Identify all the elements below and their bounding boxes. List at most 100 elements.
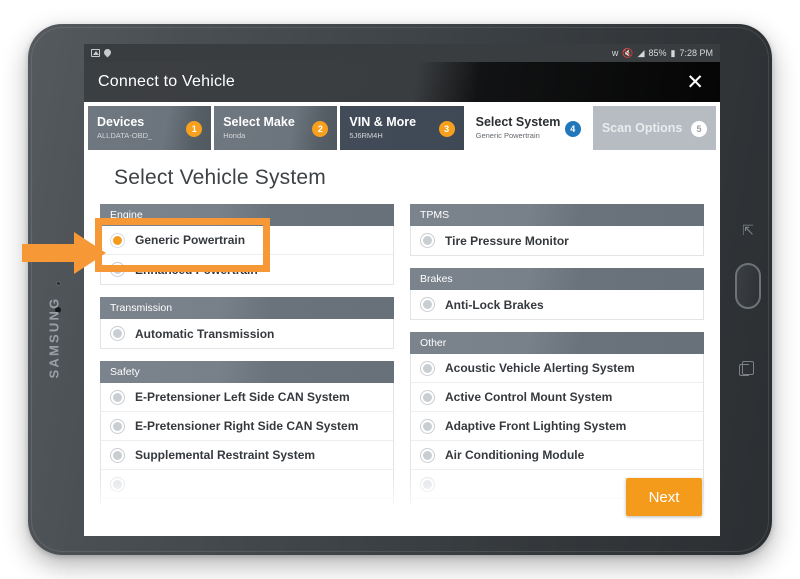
samsung-brand-logo: SAMSUNG	[46, 296, 62, 379]
system-option-row[interactable]: E-Pretensioner Right Side CAN System	[101, 412, 393, 441]
system-option-label: Supplemental Restraint System	[135, 448, 316, 462]
status-bar-notifications	[91, 49, 111, 57]
system-column: Engine Generic Powertrain Enhanced Powertr…	[100, 204, 394, 505]
group-header: Other	[410, 332, 704, 354]
wizard-tab-5[interactable]: Scan Options 5	[592, 106, 717, 150]
system-option-label: Tire Pressure Monitor	[445, 233, 569, 248]
system-option-row[interactable]: Adaptive Front Lighting System	[411, 412, 703, 441]
wizard-tab-label: Select System	[475, 115, 561, 129]
hardware-home-button[interactable]	[735, 263, 761, 309]
system-option-row[interactable]: Automatic Transmission	[101, 319, 393, 348]
wizard-tab-text: Scan Options	[602, 121, 683, 136]
system-group: Engine Generic Powertrain Enhanced Powertr…	[100, 204, 394, 285]
system-option-label: Anti-Lock Brakes	[445, 297, 544, 312]
dialog-content: Select Vehicle System Engine Generic Powe…	[84, 150, 720, 536]
location-pin-icon	[104, 49, 111, 57]
system-group: Brakes Anti-Lock Brakes	[410, 268, 704, 320]
wizard-tab-subtitle: Honda	[223, 131, 246, 140]
group-body: E-Pretensioner Left Side CAN System E-Pre…	[100, 383, 394, 505]
group-body: Generic Powertrain Enhanced Powertrain	[100, 226, 394, 285]
mute-icon: 🔇	[622, 47, 634, 58]
wizard-tab-text: Devices ALLDATA-OBD_	[97, 115, 152, 141]
battery-icon: ▮	[670, 47, 676, 58]
wizard-tab-badge: 4	[564, 120, 581, 137]
android-status-bar: w 🔇 ◢ 85% ▮ 7:28 PM	[84, 44, 720, 62]
dialog-title-bar: Connect to Vehicle ✕	[84, 62, 720, 102]
wizard-tab-subtitle: Generic Powertrain	[475, 131, 540, 140]
wifi-icon: ◢	[637, 47, 645, 58]
page-title: Select Vehicle System	[114, 166, 326, 189]
wizard-tab-3[interactable]: VIN & More 5J6RM4H 3	[340, 106, 464, 150]
group-body: Automatic Transmission	[100, 319, 394, 349]
system-option-row[interactable]	[101, 499, 393, 505]
system-option-label: Automatic Transmission	[135, 326, 275, 341]
radio-unselected-icon[interactable]	[421, 234, 434, 247]
wizard-tab-text: Select System Generic Powertrain	[476, 115, 561, 141]
screenshot-image-icon	[91, 49, 100, 57]
wizard-tab-bar: Devices ALLDATA-OBD_ 1 Select Make Honda 2 VIN…	[84, 102, 720, 150]
system-option-row[interactable]: Acoustic Vehicle Alerting System	[411, 354, 703, 383]
system-option-row[interactable]	[101, 470, 393, 499]
system-option-label: E-Pretensioner Right Side CAN System	[135, 419, 359, 433]
group-body: Tire Pressure Monitor	[410, 226, 704, 256]
radio-unselected-icon[interactable]	[421, 298, 434, 311]
group-header: Safety	[100, 361, 394, 383]
system-columns: Engine Generic Powertrain Enhanced Powertr…	[100, 204, 704, 505]
radio-unselected-icon[interactable]	[421, 419, 434, 433]
close-icon[interactable]: ✕	[684, 72, 706, 93]
system-option-row[interactable]: Tire Pressure Monitor	[411, 226, 703, 255]
radio-unselected-icon[interactable]	[111, 419, 124, 433]
system-option-row[interactable]: Supplemental Restraint System	[101, 441, 393, 470]
group-header: Engine	[100, 204, 394, 226]
wizard-tab-1[interactable]: Devices ALLDATA-OBD_ 1	[88, 106, 212, 150]
wizard-tab-badge: 3	[438, 120, 455, 137]
hardware-back-icon[interactable]: ⇱	[741, 223, 755, 237]
system-option-row[interactable]: Anti-Lock Brakes	[411, 290, 703, 319]
system-group: Transmission Automatic Transmission	[100, 297, 394, 349]
wizard-tab-label: Scan Options	[601, 120, 683, 135]
wizard-tab-label: Select Make	[223, 115, 295, 129]
system-option-label: Air Conditioning Module	[445, 448, 585, 462]
group-body: Anti-Lock Brakes	[410, 290, 704, 320]
status-bar-system: w 🔇 ◢ 85% ▮ 7:28 PM	[611, 47, 713, 58]
system-option-label: Adaptive Front Lighting System	[445, 419, 627, 433]
wizard-tab-label: Devices	[97, 115, 145, 129]
radio-selected-icon[interactable]	[111, 233, 124, 247]
wizard-tab-2[interactable]: Select Make Honda 2	[214, 106, 338, 150]
system-column: TPMS Tire Pressure Monitor Brakes Anti-Lock…	[410, 204, 704, 505]
system-option-row[interactable]: Air Conditioning Module	[411, 441, 703, 470]
wizard-tab-subtitle: 5J6RM4H	[349, 131, 383, 140]
wizard-tab-4[interactable]: Select System Generic Powertrain 4	[466, 106, 590, 150]
system-option-row[interactable]: Active Control Mount System	[411, 383, 703, 412]
wizard-tab-badge: 5	[691, 120, 708, 137]
wizard-tab-label: VIN & More	[349, 115, 417, 129]
system-option-label: E-Pretensioner Left Side CAN System	[135, 390, 350, 404]
next-button[interactable]: Next	[626, 478, 702, 516]
radio-unselected-icon[interactable]	[111, 448, 124, 462]
system-option-row[interactable]: Generic Powertrain	[101, 226, 393, 255]
bluetooth-icon: w	[611, 47, 619, 58]
battery-percent-label: 85%	[648, 47, 667, 58]
screenshot-root: SAMSUNG ⇱ w 🔇 ◢ 85% ▮ 7:28 PM Connect to…	[0, 0, 800, 579]
wizard-tab-badge: 2	[312, 120, 329, 137]
wizard-tab-text: VIN & More 5J6RM4H	[349, 115, 416, 141]
group-header: Transmission	[100, 297, 394, 319]
radio-unselected-icon[interactable]	[421, 448, 434, 462]
system-option-row[interactable]: Enhanced Powertrain	[101, 255, 393, 284]
radio-unselected-icon[interactable]	[421, 361, 434, 375]
radio-unselected-icon[interactable]	[421, 477, 434, 491]
radio-unselected-icon[interactable]	[111, 390, 124, 404]
system-option-row[interactable]: E-Pretensioner Left Side CAN System	[101, 383, 393, 412]
clock-label: 7:28 PM	[679, 47, 713, 58]
system-group: Safety E-Pretensioner Left Side CAN Syste…	[100, 361, 394, 505]
radio-unselected-icon[interactable]	[111, 263, 124, 276]
hardware-recents-icon[interactable]	[739, 361, 754, 376]
group-header: Brakes	[410, 268, 704, 290]
wizard-tab-text: Select Make Honda	[223, 115, 295, 141]
system-option-label: Active Control Mount System	[445, 390, 613, 404]
radio-unselected-icon[interactable]	[421, 390, 434, 404]
tablet-screen: w 🔇 ◢ 85% ▮ 7:28 PM Connect to Vehicle ✕…	[84, 44, 720, 536]
radio-unselected-icon[interactable]	[111, 327, 124, 340]
dialog-title: Connect to Vehicle	[98, 73, 236, 90]
radio-unselected-icon[interactable]	[111, 477, 124, 491]
